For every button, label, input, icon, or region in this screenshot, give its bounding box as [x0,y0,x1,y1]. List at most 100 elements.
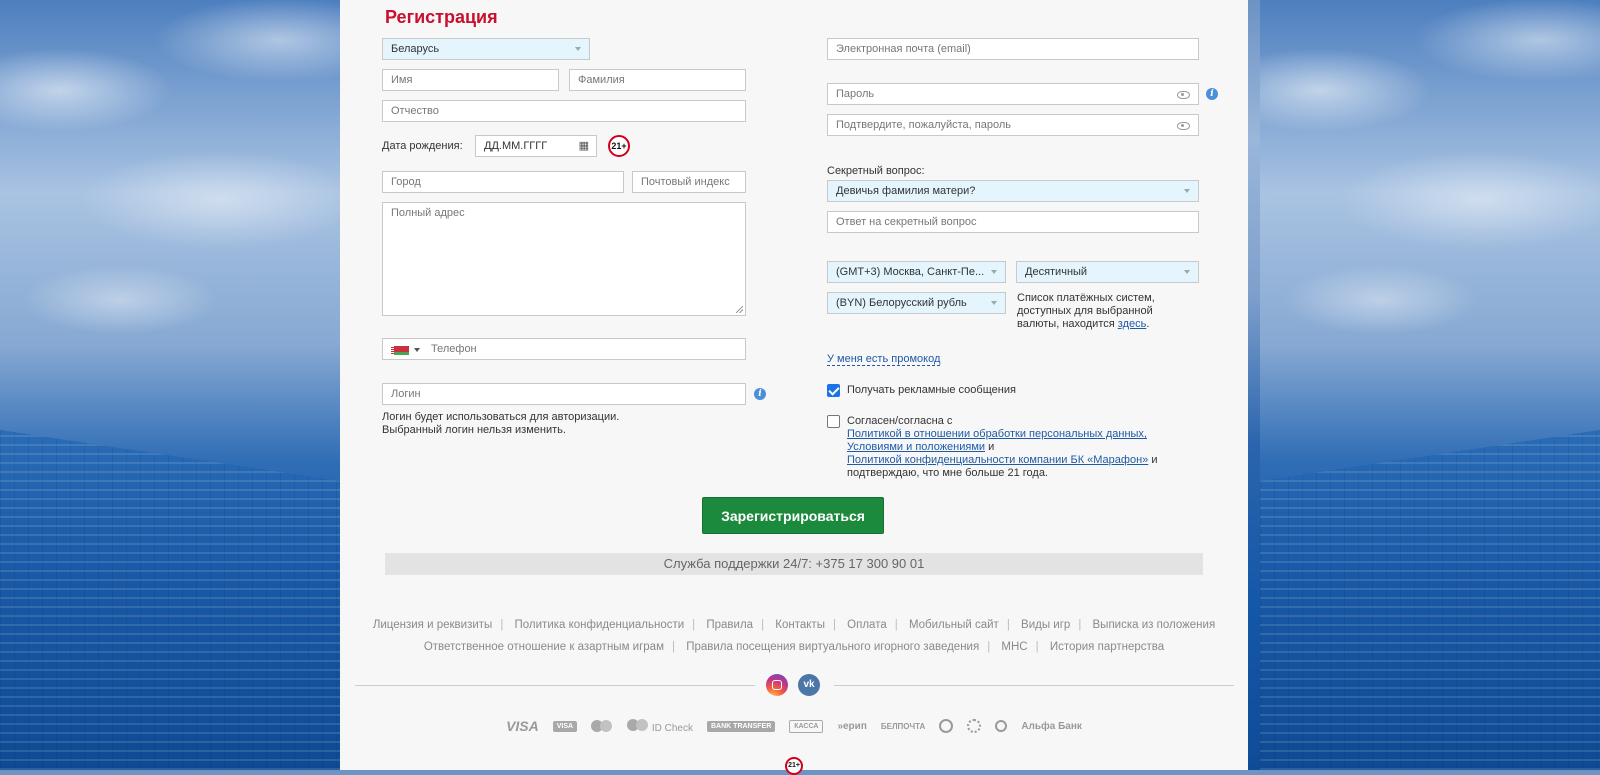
kassa-logo: КАССА [789,719,824,733]
city-placeholder: Город [391,176,421,188]
footer-link-regulation[interactable]: Выписка из положения [1085,619,1224,631]
secret-answer-input[interactable]: Ответ на секретный вопрос [827,211,1199,233]
footer-link-responsible-gaming[interactable]: Ответственное отношение к азартным играм [416,641,672,653]
consent-intro: Согласен/согласна с [847,415,953,427]
background-right-stadium [1260,0,1600,770]
consent-and: и [988,441,995,453]
chevron-down-icon [1184,189,1190,193]
secret-question-select[interactable]: Девичья фамилия матери? [827,180,1199,202]
payment-note-line3: валюты, находится здесь. [1017,318,1155,331]
belpochta-logo: БЕЛПОЧТА [880,721,926,731]
last-name-input[interactable]: Фамилия [569,69,746,91]
erip-text: ерип [843,720,867,732]
registration-panel: Регистрация Беларусь Имя Фамилия Отчеств… [340,0,1248,775]
footer-link-payment[interactable]: Оплата [839,619,895,631]
promo-code-link[interactable]: У меня есть промокод [827,353,941,366]
visa-secure-logo: VISA [552,720,578,732]
footer-link-contacts[interactable]: Контакты [767,619,833,631]
login-hint-line2: Выбранный логин нельзя изменить. [382,424,566,436]
login-input[interactable]: Логин [382,383,746,405]
footer-link-rules[interactable]: Правила [698,619,761,631]
erip-logo: »ерип [837,720,867,732]
country-value: Беларусь [391,43,440,55]
ads-label: Получать рекламные сообщения [847,384,1016,396]
chevron-down-icon [575,47,581,51]
confidentiality-policy-link[interactable]: Политикой конфиденциальности компании БК… [847,454,1148,466]
idcheck-text: ID Check [651,722,693,734]
footer-link-game-types[interactable]: Виды игр [1013,619,1078,631]
calendar-icon[interactable]: ▦ [579,136,589,156]
payment-logo-q-icon [939,719,954,733]
payment-systems-note: Список платёжных систем, доступных для в… [1017,292,1155,331]
visa-logo: VISA [506,718,539,734]
secret-question-label: Секретный вопрос: [827,165,925,177]
patronymic-input[interactable]: Отчество [382,100,746,122]
mastercard-logo [591,720,613,732]
chevron-down-icon[interactable] [414,348,420,352]
currency-select[interactable]: (BYN) Белорусский рубль [827,292,1006,314]
phone-placeholder: Телефон [431,343,477,355]
ads-checkbox[interactable] [827,384,840,397]
postcode-placeholder: Почтовый индекс [641,176,730,188]
promo-code-link-wrapper: У меня есть промокод [827,353,941,366]
address-placeholder: Полный адрес [391,207,465,219]
resize-handle-icon[interactable] [736,306,743,313]
payment-systems-link[interactable]: здесь [1118,318,1147,330]
mastercard-circles-icon [627,718,649,731]
footer-link-mns[interactable]: МНС [993,641,1035,653]
show-password-eye-icon[interactable] [1177,91,1190,99]
secret-question-value: Девичья фамилия матери? [836,185,976,197]
info-icon[interactable]: i [754,388,766,400]
show-password-eye-icon[interactable] [1177,122,1190,130]
consent-end: подтверждаю, что мне больше 21 года. [847,467,1048,479]
terms-link[interactable]: Условиями и положениями [847,441,985,453]
country-select[interactable]: Беларусь [382,38,590,60]
currency-value: (BYN) Белорусский рубль [836,297,967,309]
chevron-down-icon [1184,270,1190,274]
birthdate-label: Дата рождения: [382,140,463,152]
belarus-flag-icon[interactable] [391,346,409,355]
login-placeholder: Логин [391,388,421,400]
payment-logo-star-icon [995,720,1008,732]
odds-format-select[interactable]: Десятичный [1016,261,1199,283]
footer-link-partnership[interactable]: История партнерства [1042,641,1172,653]
payment-note-line2: доступных для выбранной [1017,305,1153,317]
password-confirm-placeholder: Подтвердите, пожалуйста, пароль [836,119,1012,131]
odds-format-value: Десятичный [1025,266,1088,278]
mastercard-idcheck-logo: ID Check [627,718,693,734]
age-restriction-badge: 21+ [608,135,630,157]
footer-link-privacy[interactable]: Политика конфиденциальности [507,619,693,631]
address-textarea[interactable]: Полный адрес [382,202,746,316]
postcode-input[interactable]: Почтовый индекс [632,171,746,193]
info-icon[interactable]: i [1206,88,1218,100]
footer-link-mobile[interactable]: Мобильный сайт [901,619,1007,631]
phone-input[interactable]: Телефон [382,338,746,360]
vk-icon[interactable]: vk [798,674,820,696]
first-name-placeholder: Имя [391,74,413,86]
email-input[interactable]: Электронная почта (email) [827,38,1199,60]
alfa-bank-logo: Альфа Банк [1021,720,1082,732]
birthdate-input[interactable]: ДД.ММ.ГГГГ ▦ [475,135,597,157]
timezone-value: (GMT+3) Москва, Санкт-Пе... [836,266,985,278]
password-placeholder: Пароль [836,88,875,100]
chevron-down-icon [991,301,997,305]
register-button[interactable]: Зарегистрироваться [702,497,884,534]
payment-logos: VISA VISA ID Check BANK TRANSFER КАССА »… [340,718,1248,734]
consent-text: Согласен/согласна с Политикой в отношени… [847,415,1187,480]
password-confirm-input[interactable]: Подтвердите, пожалуйста, пароль [827,114,1199,136]
email-placeholder: Электронная почта (email) [836,43,971,55]
footer-link-visiting-rules[interactable]: Правила посещения виртуального игорного … [678,641,987,653]
payment-note-text: валюты, находится [1017,318,1115,330]
page-title: Регистрация [385,7,498,27]
first-name-input[interactable]: Имя [382,69,559,91]
password-input[interactable]: Пароль [827,83,1199,105]
footer-link-license[interactable]: Лицензия и реквизиты [365,619,501,631]
chevron-down-icon [991,270,997,274]
secret-answer-placeholder: Ответ на секретный вопрос [836,216,977,228]
privacy-policy-link[interactable]: Политикой в отношении обработки персонал… [847,428,1147,440]
timezone-select[interactable]: (GMT+3) Москва, Санкт-Пе... [827,261,1006,283]
footer-divider-left [355,685,755,686]
consent-checkbox[interactable] [827,415,840,428]
city-input[interactable]: Город [382,171,624,193]
instagram-icon[interactable] [766,674,788,696]
